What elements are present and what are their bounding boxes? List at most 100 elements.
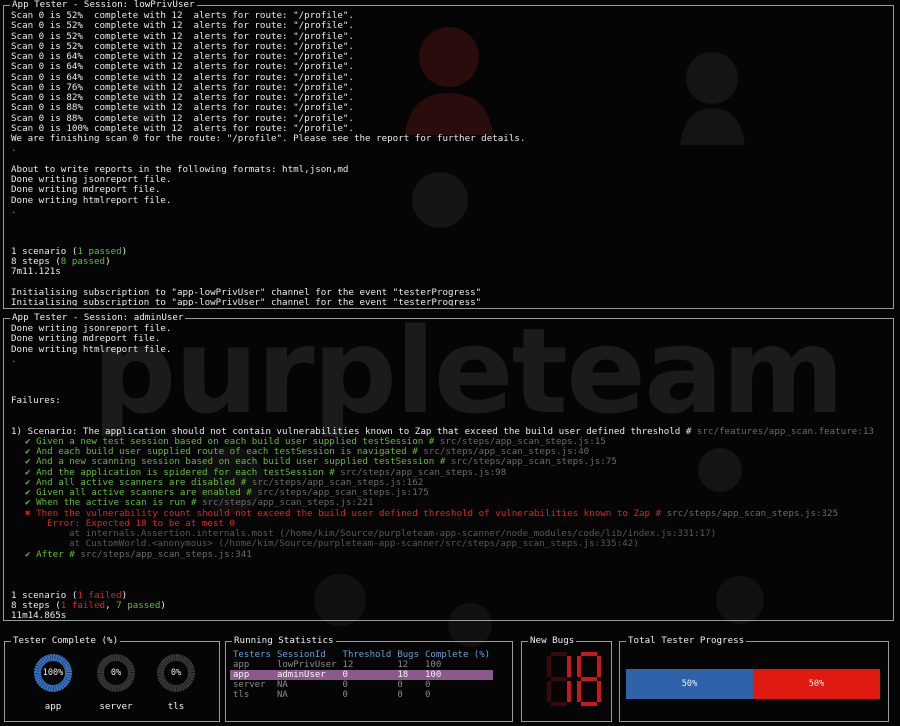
log-line: 1) Scenario: The application should not … <box>11 427 889 437</box>
log-line: Done writing htmlreport file. <box>11 345 889 355</box>
log-text: 8 steps ( <box>11 257 61 267</box>
cell-session-id: NA <box>276 690 288 700</box>
log-text: Failures: <box>11 395 61 406</box>
log-text: Initialising subscription to "app-lowPri… <box>11 298 482 306</box>
stats-row-selected[interactable]: app adminUser 0 18 100 <box>230 670 494 680</box>
log-line: Initialising subscription to "app-lowPri… <box>11 298 889 306</box>
log-text: at internals.Assertion.internals.most (/… <box>69 529 717 539</box>
cell-tester: app <box>233 660 250 670</box>
cell-session-id: lowPrivUser <box>276 660 337 670</box>
stats-row[interactable]: server NA 0 0 0 <box>230 680 493 690</box>
log-line: We are finishing scan 0 for the route: "… <box>11 134 889 144</box>
log-text: 1 scenario ( <box>11 590 78 601</box>
tls-donut-gauge: 0% <box>157 654 195 692</box>
cell-threshold: 0 <box>339 670 395 680</box>
tester-complete-title: Tester Complete (%) <box>11 635 121 647</box>
cell-complete: 0 <box>425 680 431 690</box>
log-text: We are finishing scan 0 for the route: "… <box>11 134 526 144</box>
admin-user-log[interactable]: Done writing jsonreport file. Done writin… <box>11 324 889 618</box>
log-line: Done writing htmlreport file. <box>11 196 889 206</box>
lcd-segment <box>551 702 567 706</box>
log-line: Done writing jsonreport file. <box>11 324 889 334</box>
log-text: 7 passed <box>116 600 161 611</box>
lcd-segment <box>597 681 601 702</box>
running-statistics-title: Running Statistics <box>232 635 336 647</box>
log-text: 1 passed <box>77 246 122 257</box>
log-text: src/steps/app_scan_steps.js:221 <box>202 498 374 509</box>
log-line: Scan 0 is 52% complete with 12 alerts fo… <box>11 21 889 31</box>
log-line: ✔ Given all active scanners are enabled … <box>11 488 889 498</box>
log-text: Done writing mdreport file. <box>11 185 161 196</box>
log-line: ✔ When the active scan is run # src/step… <box>11 498 889 508</box>
log-line: Done writing mdreport file. <box>11 185 889 195</box>
log-text: src/steps/app_scan_steps.js:98 <box>340 467 507 478</box>
admin-user-panel: App Tester - Session: adminUser Done wri… <box>3 312 894 621</box>
running-statistics-panel: Running Statistics Testers SessionId Thr… <box>225 635 513 722</box>
log-text: src/steps/app_scan_steps.js:325 <box>666 508 839 519</box>
server-donut-value: 0% <box>104 661 128 685</box>
log-text: ✔ And each build user supplied route of … <box>25 447 424 457</box>
progress-segment-complete: 50% <box>626 669 753 699</box>
log-text: ✔ And a new scanning session based on ea… <box>25 457 451 468</box>
log-line: Initialising subscription to "app-lowPri… <box>11 288 889 298</box>
log-text: Done writing htmlreport file. <box>11 344 172 355</box>
cell-bugs: 18 <box>394 670 423 680</box>
log-line: ✔ Given a new test session based on each… <box>11 437 889 447</box>
log-line: 8 steps (8 passed) <box>11 257 889 267</box>
cell-threshold: 0 <box>342 690 348 700</box>
header-threshold: Threshold <box>342 650 392 660</box>
app-donut-label: app <box>44 701 62 712</box>
log-text: Scan 0 is 52% complete with 12 alerts fo… <box>11 31 354 42</box>
log-text: ✔ After # <box>25 549 81 560</box>
log-text: , <box>105 600 117 611</box>
log-line: 1 scenario (1 failed) <box>11 591 889 601</box>
log-text: Scan 0 is 82% complete with 12 alerts fo… <box>11 93 354 103</box>
log-text: Scan 0 is 100% complete with 12 alerts f… <box>11 123 354 134</box>
lcd-segment <box>577 656 581 677</box>
cell-tester: tls <box>233 690 250 700</box>
lcd-segment <box>581 702 597 706</box>
cell-threshold: 12 <box>342 660 354 670</box>
log-line: ✔ And the application is spidered for ea… <box>11 468 889 478</box>
log-text: ✔ Given all active scanners are enabled … <box>25 488 258 498</box>
log-text: Scan 0 is 88% complete with 12 alerts fo… <box>11 103 354 114</box>
log-line: at CustomWorld.<anonymous> (/home/kim/So… <box>11 539 889 549</box>
log-text: . <box>11 205 17 216</box>
log-text: src/steps/app_scan_steps.js:15 <box>439 436 606 447</box>
log-text: Initialising subscription to "app-lowPri… <box>11 287 482 298</box>
log-text: Done writing jsonreport file. <box>11 324 172 334</box>
log-text: ✔ Given a new test session based on each… <box>25 436 440 447</box>
running-statistics-table[interactable]: Testers SessionId Threshold Bugs Complet… <box>230 650 494 700</box>
new-bugs-panel: New Bugs <box>521 635 612 722</box>
log-line: . <box>11 144 889 154</box>
log-line: ✔ And each build user supplied route of … <box>11 447 889 457</box>
cell-bugs: 12 <box>397 660 409 670</box>
tester-complete-tls: 0% tls <box>156 654 196 712</box>
lcd-segment <box>551 677 567 681</box>
cell-tester: app <box>230 670 274 680</box>
low-priv-user-log[interactable]: Scan 0 is 52% complete with 12 alerts fo… <box>11 11 889 306</box>
cell-complete: 0 <box>425 690 431 700</box>
log-text: Scan 0 is 76% complete with 12 alerts fo… <box>11 82 354 93</box>
lcd-segment <box>547 681 551 702</box>
progress-segment-remaining: 50% <box>753 669 880 699</box>
log-text: src/steps/app_scan_steps.js:341 <box>80 549 252 560</box>
log-text: Scan 0 is 88% complete with 12 alerts fo… <box>11 113 354 124</box>
log-text: 8 passed <box>60 257 106 267</box>
stats-row[interactable]: app lowPrivUser 12 12 100 <box>230 660 493 670</box>
log-text: Scan 0 is 52% complete with 12 alerts fo… <box>11 41 354 52</box>
log-text: 7m11.121s <box>11 267 61 278</box>
log-text: Error: Expected 18 to be at most 0 <box>47 518 236 529</box>
log-line: Scan 0 is 52% complete with 12 alerts fo… <box>11 32 889 42</box>
log-line: About to write reports in the following … <box>11 165 889 175</box>
stats-row[interactable]: tls NA 0 0 0 <box>230 690 493 700</box>
log-line: 1 scenario (1 passed) <box>11 247 889 257</box>
total-tester-progress-panel: Total Tester Progress 50% 50% <box>619 635 889 722</box>
header-session-id: SessionId <box>276 650 326 660</box>
log-line: 7m11.121s <box>11 267 889 277</box>
cell-session-id: adminUser <box>273 670 340 680</box>
